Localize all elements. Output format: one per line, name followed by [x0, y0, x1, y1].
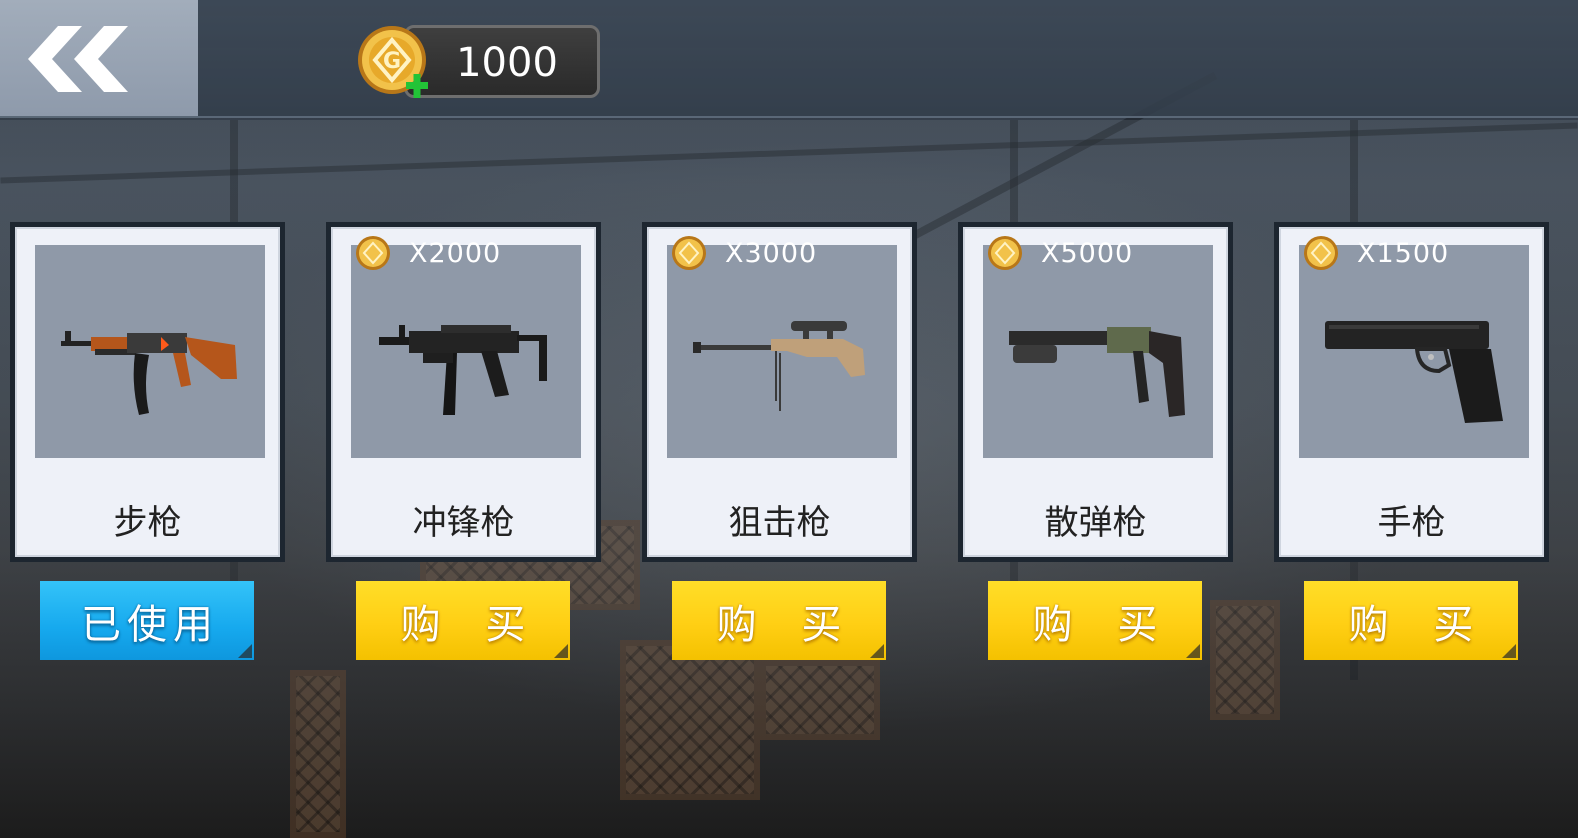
- weapon-name: 狙击枪: [728, 503, 831, 543]
- price-value: X3000: [725, 237, 818, 269]
- ak47-rifle-icon: [61, 331, 237, 415]
- coin-icon: [988, 236, 1022, 270]
- price-value: X1500: [1357, 237, 1450, 269]
- coin-balance: 1000: [404, 25, 600, 98]
- svg-text:G: G: [383, 49, 401, 74]
- sniper-rifle-icon: [693, 321, 865, 411]
- price-tag: X3000: [667, 233, 817, 273]
- weapon-name: 冲锋枪: [412, 503, 515, 543]
- add-coins-icon[interactable]: G: [356, 22, 432, 102]
- mp5-smg-icon: [379, 325, 547, 415]
- price-value: X5000: [1041, 237, 1134, 269]
- price-tag: X2000: [351, 233, 501, 273]
- weapon-card-shotgun[interactable]: X5000 散弹枪: [958, 222, 1233, 562]
- buy-button-smg[interactable]: 购 买: [356, 581, 570, 660]
- pistol-icon: [1325, 321, 1503, 423]
- weapon-image: [1299, 245, 1529, 458]
- shotgun-icon: [1009, 327, 1185, 417]
- buy-button-pistol[interactable]: 购 买: [1304, 581, 1518, 660]
- buy-button-shotgun[interactable]: 购 买: [988, 581, 1202, 660]
- top-bar: 1000 G: [0, 0, 1578, 118]
- buy-button-sniper[interactable]: 购 买: [672, 581, 886, 660]
- weapon-name: 步枪: [113, 503, 182, 543]
- weapon-card-sniper[interactable]: X3000 狙击枪: [642, 222, 917, 562]
- weapon-name: 手枪: [1377, 503, 1446, 543]
- price-value: X2000: [409, 237, 502, 269]
- coin-icon: [1304, 236, 1338, 270]
- double-chevron-left-icon: [28, 26, 128, 92]
- weapon-image: [983, 245, 1213, 458]
- back-button[interactable]: [0, 0, 198, 116]
- weapon-image: [351, 245, 581, 458]
- weapon-card-smg[interactable]: X2000 冲锋枪: [326, 222, 601, 562]
- weapon-image: [35, 245, 265, 458]
- coin-icon: [356, 236, 390, 270]
- equipped-button-rifle[interactable]: 已使用: [40, 581, 254, 660]
- coin-icon: [672, 236, 706, 270]
- weapon-card-pistol[interactable]: X1500 手枪: [1274, 222, 1549, 562]
- weapon-name: 散弹枪: [1044, 503, 1147, 543]
- price-tag: X1500: [1299, 233, 1449, 273]
- price-tag: X5000: [983, 233, 1133, 273]
- coin-balance-value: 1000: [456, 40, 558, 86]
- weapon-card-rifle[interactable]: 步枪: [10, 222, 285, 562]
- weapon-image: [667, 245, 897, 458]
